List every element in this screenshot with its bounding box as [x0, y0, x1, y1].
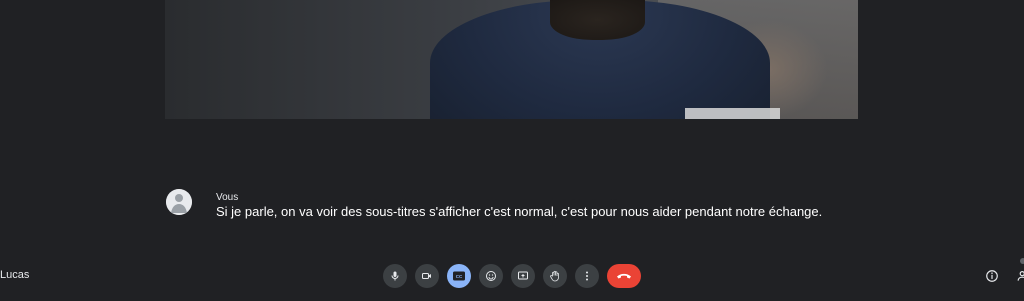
info-icon: [986, 270, 998, 282]
right-toolbar: [984, 268, 1024, 284]
raise-hand-button[interactable]: [543, 264, 567, 288]
captions-icon: CC: [453, 271, 465, 281]
people-icon: [1017, 271, 1024, 281]
captions-button[interactable]: CC: [447, 264, 471, 288]
emoji-button[interactable]: [479, 264, 503, 288]
camera-button[interactable]: [415, 264, 439, 288]
microphone-icon: [391, 271, 399, 281]
more-options-icon: [586, 271, 588, 281]
caption-text: Si je parle, on va voir des sous-titres …: [216, 204, 823, 219]
more-options-button[interactable]: [575, 264, 599, 288]
end-call-button[interactable]: [607, 264, 641, 288]
avatar: [166, 189, 192, 215]
raise-hand-icon: [550, 270, 559, 282]
avatar-icon: [166, 189, 192, 215]
caption-speaker: Vous: [216, 192, 239, 203]
present-screen-icon: [518, 271, 528, 280]
video-tile: [165, 0, 858, 119]
captions-label: CC: [456, 274, 463, 279]
meeting-name: Lucas: [0, 269, 30, 281]
participant-paper: [685, 108, 780, 119]
camera-icon: [422, 273, 431, 279]
microphone-button[interactable]: [383, 264, 407, 288]
info-button[interactable]: [984, 268, 1000, 284]
people-button[interactable]: [1016, 268, 1024, 284]
emoji-icon: [486, 271, 496, 281]
participant-beard: [550, 0, 645, 40]
notification-dot: [1020, 258, 1024, 264]
present-screen-button[interactable]: [511, 264, 535, 288]
end-call-icon: [617, 273, 631, 279]
call-controls: CC: [383, 264, 641, 288]
